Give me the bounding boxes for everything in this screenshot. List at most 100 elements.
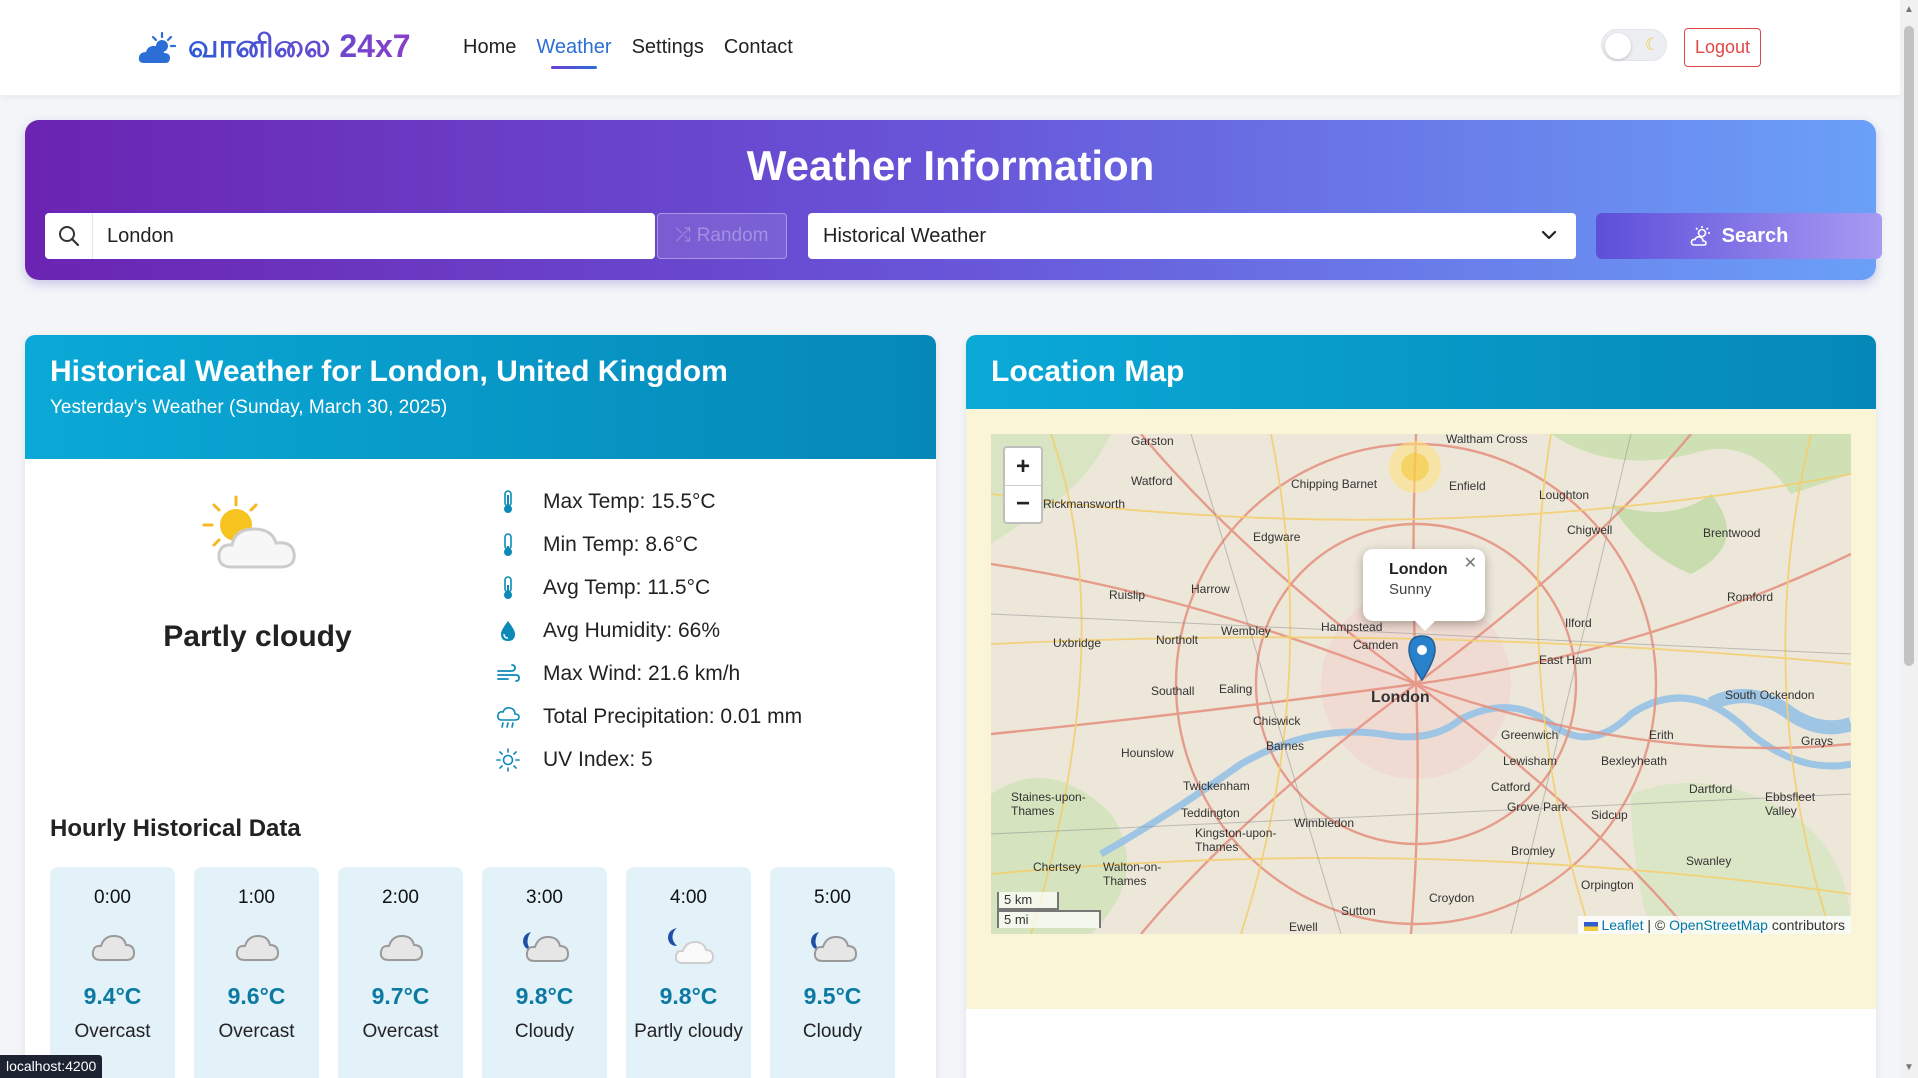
hour-condition: Overcast <box>74 1021 151 1042</box>
map-label: Edgware <box>1253 530 1301 544</box>
map-label: Ebbsfleet Valley <box>1765 790 1816 818</box>
hourly-section-title: Hourly Historical Data <box>50 815 301 842</box>
map-marker-icon[interactable] <box>1407 634 1437 682</box>
page-scrollbar[interactable]: ▲ ▼ <box>1900 0 1918 1078</box>
zoom-out-button[interactable]: − <box>1005 485 1041 522</box>
search-button[interactable]: Search <box>1596 213 1882 259</box>
map-card-title: Location Map <box>991 355 1185 388</box>
scroll-up-arrow-icon[interactable]: ▲ <box>1904 4 1914 15</box>
nav-home[interactable]: Home <box>463 36 516 69</box>
map-card-header: Location Map <box>966 335 1876 409</box>
stat-text: Max Wind: 21.6 km/h <box>543 661 741 685</box>
map-label: Ewell <box>1289 920 1318 934</box>
map-label: Chipping Barnet <box>1291 477 1378 491</box>
map-label: Croydon <box>1429 891 1475 905</box>
map-label: Bromley <box>1511 844 1556 858</box>
nav-weather[interactable]: Weather <box>536 36 612 69</box>
toggle-knob <box>1605 33 1631 59</box>
map-label: Grays <box>1801 734 1834 748</box>
weather-type-value: Historical Weather <box>823 224 987 247</box>
map-label: Greenwich <box>1501 728 1559 742</box>
map-label: Hounslow <box>1121 746 1174 760</box>
osm-link[interactable]: OpenStreetMap <box>1669 917 1768 933</box>
page-title: Weather Information <box>746 142 1155 189</box>
hour-card: 2:00 9.7°C Overcast <box>338 867 463 1078</box>
hour-temp: 9.4°C <box>83 983 142 1009</box>
attr-tail: contributors <box>1767 917 1845 933</box>
partly-cloudy-icon <box>202 495 296 569</box>
map-scale: 5 km 5 mi <box>997 892 1101 928</box>
map-label: Wimbledon <box>1294 816 1355 830</box>
hour-time: 2:00 <box>382 887 419 908</box>
thermometer-high-icon <box>495 489 521 514</box>
city-search-box <box>45 213 655 259</box>
map-label: South Ockendon <box>1725 688 1815 702</box>
scale-km: 5 km <box>997 892 1059 910</box>
map-label: Sutton <box>1341 904 1376 918</box>
hour-condition: Overcast <box>218 1021 295 1042</box>
close-icon[interactable]: ✕ <box>1464 553 1477 573</box>
hour-temp: 9.7°C <box>371 983 430 1009</box>
hour-temp: 9.8°C <box>515 983 574 1009</box>
map-popup: ✕ London Sunny <box>1363 549 1485 631</box>
random-city-button[interactable]: ⤮ Random <box>657 213 787 259</box>
map-label: Catford <box>1491 780 1531 794</box>
cloud-sun-icon <box>138 31 177 63</box>
current-condition: Partly cloudy <box>163 620 352 653</box>
brand-name: வானிலை 24x7 <box>188 28 411 69</box>
nav-settings[interactable]: Settings <box>632 36 704 69</box>
map-label: Southall <box>1151 684 1195 698</box>
map-label: Staines-upon-Thames <box>1011 790 1086 818</box>
map-label: Teddington <box>1181 806 1240 820</box>
search-button-label: Search <box>1721 224 1789 247</box>
scroll-down-arrow-icon[interactable]: ▼ <box>1904 1062 1914 1073</box>
city-search-input[interactable] <box>93 224 613 248</box>
map-label: Orpington <box>1581 878 1634 892</box>
map-attribution: Leaflet | © OpenStreetMap contributors <box>1577 916 1851 934</box>
wind-icon <box>495 662 521 686</box>
map-label: Brentwood <box>1703 526 1761 540</box>
nav-contact[interactable]: Contact <box>724 36 793 69</box>
map-label: Twickenham <box>1183 779 1250 793</box>
theme-toggle[interactable]: ☾ <box>1601 29 1667 61</box>
navbar: வானிலை 24x7 Home Weather Settings Contac… <box>0 0 1900 95</box>
leaflet-link[interactable]: Leaflet <box>1601 917 1643 933</box>
leaflet-map[interactable]: Garston Waltham Cross Watford Chipping B… <box>991 434 1851 934</box>
zoom-control: + − <box>1003 446 1043 524</box>
map-label: Swanley <box>1686 854 1732 868</box>
stat-text: Max Temp: 15.5°C <box>543 489 716 513</box>
cloudy-night-icon <box>482 915 607 977</box>
droplet-icon <box>495 619 521 643</box>
overcast-icon <box>50 915 175 977</box>
scroll-thumb[interactable] <box>1904 26 1914 666</box>
map-label: Ilford <box>1565 616 1592 630</box>
stat-uv: UV Index: 5 <box>495 738 802 781</box>
ukraine-flag-icon <box>1583 921 1598 931</box>
map-label: Barnes <box>1266 739 1305 753</box>
hour-temp: 9.6°C <box>227 983 286 1009</box>
stat-humidity: Avg Humidity: 66% <box>495 609 802 652</box>
popup-condition: Sunny <box>1389 581 1432 598</box>
stat-max-temp: Max Temp: 15.5°C <box>495 480 802 523</box>
thermometer-half-icon <box>495 575 521 600</box>
overcast-icon <box>194 915 319 977</box>
map-label: Walton-on-Thames <box>1103 860 1162 888</box>
map-label: Rickmansworth <box>1043 497 1126 511</box>
zoom-in-button[interactable]: + <box>1005 448 1041 485</box>
hourly-list: 0:00 9.4°C Overcast 1:00 9.6°C Overcast … <box>50 867 895 1078</box>
logout-button[interactable]: Logout <box>1684 28 1761 67</box>
overcast-icon <box>338 915 463 977</box>
hour-time: 0:00 <box>94 887 131 908</box>
hour-card: 0:00 9.4°C Overcast <box>50 867 175 1078</box>
status-bar-url: localhost:4200 <box>0 1055 103 1078</box>
map-label: Loughton <box>1539 488 1590 502</box>
brand[interactable]: வானிலை 24x7 <box>138 28 411 69</box>
stat-precipitation: Total Precipitation: 0.01 mm <box>495 695 802 738</box>
historical-weather-card: Historical Weather for London, United Ki… <box>25 335 936 1078</box>
weather-type-select[interactable]: Historical Weather <box>808 213 1576 259</box>
hour-card: 1:00 9.6°C Overcast <box>194 867 319 1078</box>
moon-icon: ☾ <box>1644 35 1660 54</box>
stat-text: Min Temp: 8.6°C <box>543 532 699 556</box>
map-label: Watford <box>1131 474 1173 488</box>
weather-card-subtitle: Yesterday's Weather (Sunday, March 30, 2… <box>50 397 448 418</box>
